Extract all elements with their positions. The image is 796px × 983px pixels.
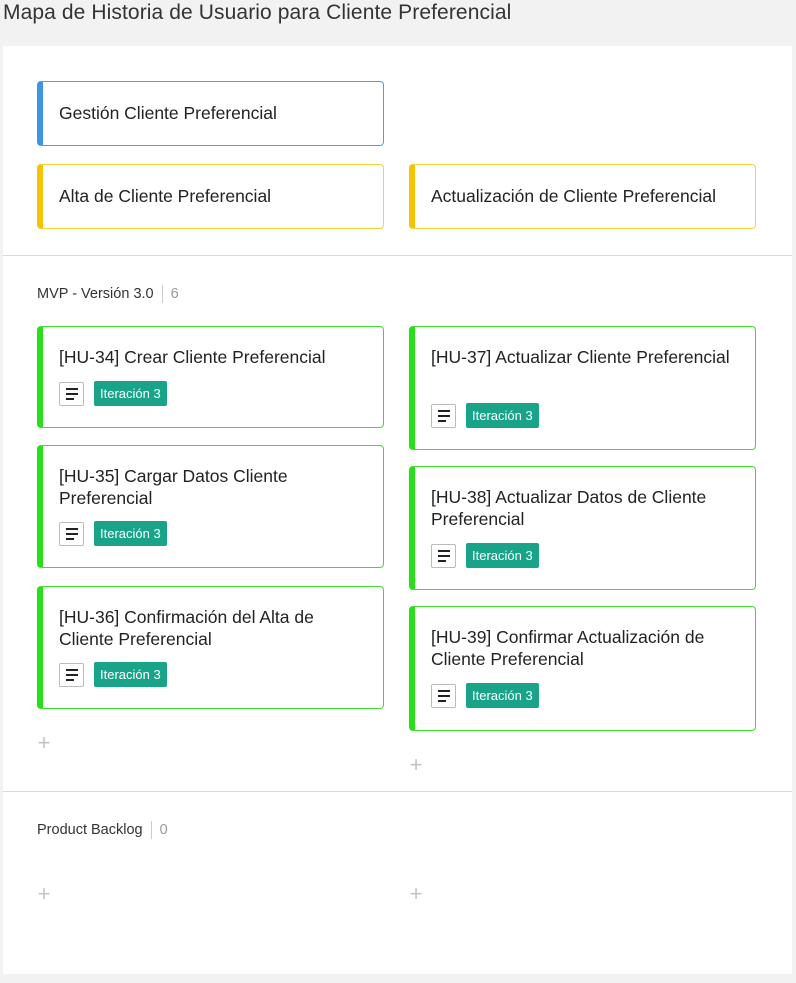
iteration-tag[interactable]: Iteración 3 [466, 683, 539, 708]
story-card-hu35[interactable]: [HU-35] Cargar Datos Cliente Preferencia… [37, 445, 384, 568]
release-header-backlog[interactable]: Product Backlog 0 [37, 821, 168, 839]
feature-title: Alta de Cliente Preferencial [59, 186, 272, 206]
plus-icon[interactable]: + [407, 883, 425, 905]
release-divider [3, 255, 792, 256]
iteration-tag[interactable]: Iteración 3 [94, 521, 167, 546]
iteration-tag[interactable]: Iteración 3 [466, 403, 539, 428]
release-count: 6 [161, 285, 179, 303]
release-name: MVP - Versión 3.0 [37, 286, 154, 302]
story-card-hu36[interactable]: [HU-36] Confirmación del Alta de Cliente… [37, 586, 384, 709]
plus-icon[interactable]: + [407, 754, 425, 776]
description-lines-icon[interactable] [59, 381, 84, 406]
story-title: [HU-34] Crear Cliente Preferencial [59, 347, 326, 367]
epic-card[interactable]: Gestión Cliente Preferencial [37, 81, 384, 146]
story-card-hu39[interactable]: [HU-39] Confirmar Actualización de Clien… [409, 606, 756, 731]
feature-card-actualizacion[interactable]: Actualización de Cliente Preferencial [409, 164, 756, 229]
release-name: Product Backlog [37, 822, 143, 838]
release-count: 0 [150, 821, 168, 839]
feature-title: Actualización de Cliente Preferencial [431, 186, 717, 206]
story-title: [HU-38] Actualizar Datos de Cliente Pref… [431, 487, 707, 529]
release-header-mvp[interactable]: MVP - Versión 3.0 6 [37, 285, 179, 303]
plus-icon[interactable]: + [35, 883, 53, 905]
description-lines-icon[interactable] [59, 662, 84, 687]
iteration-tag[interactable]: Iteración 3 [466, 543, 539, 568]
story-title: [HU-37] Actualizar Cliente Preferencial [431, 347, 730, 367]
story-card-hu34[interactable]: [HU-34] Crear Cliente Preferencial Itera… [37, 326, 384, 428]
release-divider [3, 791, 792, 792]
description-lines-icon[interactable] [431, 683, 456, 708]
page-title: Mapa de Historia de Usuario para Cliente… [3, 1, 512, 24]
plus-icon[interactable]: + [35, 732, 53, 754]
story-title: [HU-35] Cargar Datos Cliente Preferencia… [59, 466, 288, 508]
iteration-tag[interactable]: Iteración 3 [94, 381, 167, 406]
description-lines-icon[interactable] [431, 543, 456, 568]
epic-title: Gestión Cliente Preferencial [59, 103, 277, 123]
story-card-hu37[interactable]: [HU-37] Actualizar Cliente Preferencial … [409, 326, 756, 450]
story-title: [HU-39] Confirmar Actualización de Clien… [431, 627, 705, 669]
story-title: [HU-36] Confirmación del Alta de Cliente… [59, 607, 314, 649]
iteration-tag[interactable]: Iteración 3 [94, 662, 167, 687]
description-lines-icon[interactable] [431, 403, 456, 428]
story-card-hu38[interactable]: [HU-38] Actualizar Datos de Cliente Pref… [409, 466, 756, 590]
feature-card-alta[interactable]: Alta de Cliente Preferencial [37, 164, 384, 229]
description-lines-icon[interactable] [59, 521, 84, 546]
story-map-board: Gestión Cliente Preferencial Alta de Cli… [3, 46, 792, 974]
